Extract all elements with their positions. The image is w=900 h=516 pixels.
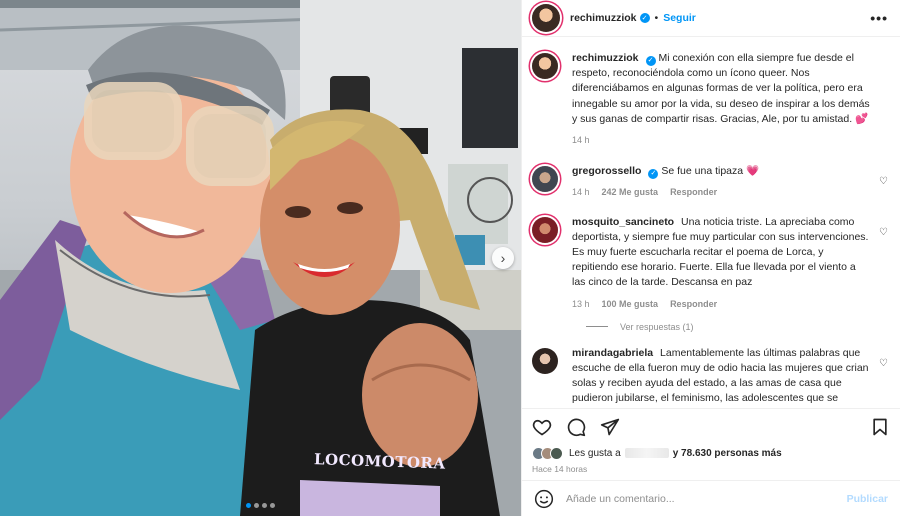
caption-username[interactable]: rechimuzziok [572, 52, 639, 64]
comment-item: mosquito_sancineto Una noticia triste. L… [532, 215, 888, 312]
likes-summary[interactable]: Les gusta a y 78.630 personas más [522, 444, 900, 462]
commenter-avatar[interactable] [532, 347, 558, 374]
carousel-dot [270, 503, 275, 508]
replies-divider [586, 326, 608, 328]
publish-button[interactable]: Publicar [847, 493, 888, 505]
author-username[interactable]: rechimuzziok [570, 12, 637, 24]
post-side-panel: rechimuzziok ✓ • Seguir ••• rechimuzziok… [521, 0, 900, 516]
comment-item: gregorossello ✓ Se fue una tipaza 💗 14 h … [532, 164, 888, 200]
chevron-right-icon[interactable]: › [492, 247, 514, 269]
comment-username[interactable]: mosquito_sancineto [572, 216, 674, 228]
likes-prefix: Les gusta a [569, 447, 621, 459]
comment-input[interactable] [566, 492, 847, 505]
caption-time[interactable]: 14 h [572, 133, 590, 148]
liker-avatars [532, 446, 563, 460]
heart-icon[interactable] [532, 417, 552, 437]
verified-icon: ✓ [645, 55, 656, 66]
comment-meta: 13 h 100 Me gusta Responder [572, 297, 870, 312]
comment-meta: 14 h 242 Me gusta Responder [572, 185, 870, 200]
heart-icon[interactable]: ♡ [879, 358, 888, 369]
reply-button[interactable]: Responder [670, 297, 717, 312]
post-photo[interactable]: LOCOMOTORA › [0, 0, 521, 516]
carousel-dots [0, 503, 521, 508]
comment-composer: Publicar [522, 480, 900, 516]
shirt-print-text: LOCOMOTORA [313, 450, 446, 473]
header-separator: • [654, 12, 659, 24]
comments-list[interactable]: rechimuzziok ✓ Mi conexión con ella siemp… [522, 37, 900, 408]
comment-likes[interactable]: 100 Me gusta [602, 297, 659, 312]
action-bar [522, 408, 900, 444]
view-replies-button[interactable]: Ver respuestas (1) [586, 322, 888, 332]
carousel-dot [246, 503, 251, 508]
comment-username[interactable]: mirandagabriela [572, 347, 653, 359]
bookmark-icon[interactable] [870, 417, 890, 437]
caption: rechimuzziok ✓ Mi conexión con ella siemp… [532, 51, 888, 148]
commenter-avatar[interactable] [532, 216, 558, 243]
post-header: rechimuzziok ✓ • Seguir ••• [522, 0, 900, 37]
author-avatar[interactable] [532, 4, 560, 32]
comment-text: Se fue una tipaza 💗 [661, 165, 760, 178]
verified-icon: ✓ [639, 13, 650, 23]
instagram-post: LOCOMOTORA › rechimuzziok ✓ • Seguir •••… [0, 0, 900, 516]
author-avatar[interactable] [532, 53, 558, 79]
heart-icon[interactable]: ♡ [879, 176, 888, 187]
follow-button[interactable]: Seguir [663, 12, 696, 24]
likes-count[interactable]: y 78.630 personas más [673, 448, 782, 459]
liker-avatar [550, 446, 563, 460]
photo-illustration [0, 0, 521, 516]
comment-item: mirandagabriela Lamentablemente las últi… [532, 346, 888, 407]
commenter-avatar[interactable] [532, 166, 558, 193]
heart-icon[interactable]: ♡ [879, 227, 888, 238]
posted-time: Hace 14 horas [532, 464, 588, 474]
verified-icon: ✓ [648, 168, 659, 179]
view-replies-label: Ver respuestas (1) [620, 321, 694, 332]
comment-time[interactable]: 14 h [572, 185, 590, 200]
carousel-dot [262, 503, 267, 508]
share-icon[interactable] [600, 417, 620, 437]
more-icon[interactable]: ••• [870, 10, 888, 26]
comment-likes[interactable]: 242 Me gusta [602, 185, 659, 200]
emoji-icon[interactable] [534, 489, 554, 509]
comment-icon[interactable] [566, 417, 586, 437]
comment-username[interactable]: gregorossello [572, 165, 641, 177]
carousel-dot [254, 503, 259, 508]
liker-name-redacted [624, 448, 669, 458]
comment-time[interactable]: 13 h [572, 297, 590, 312]
caption-meta: 14 h [572, 133, 870, 148]
reply-button[interactable]: Responder [670, 185, 717, 200]
